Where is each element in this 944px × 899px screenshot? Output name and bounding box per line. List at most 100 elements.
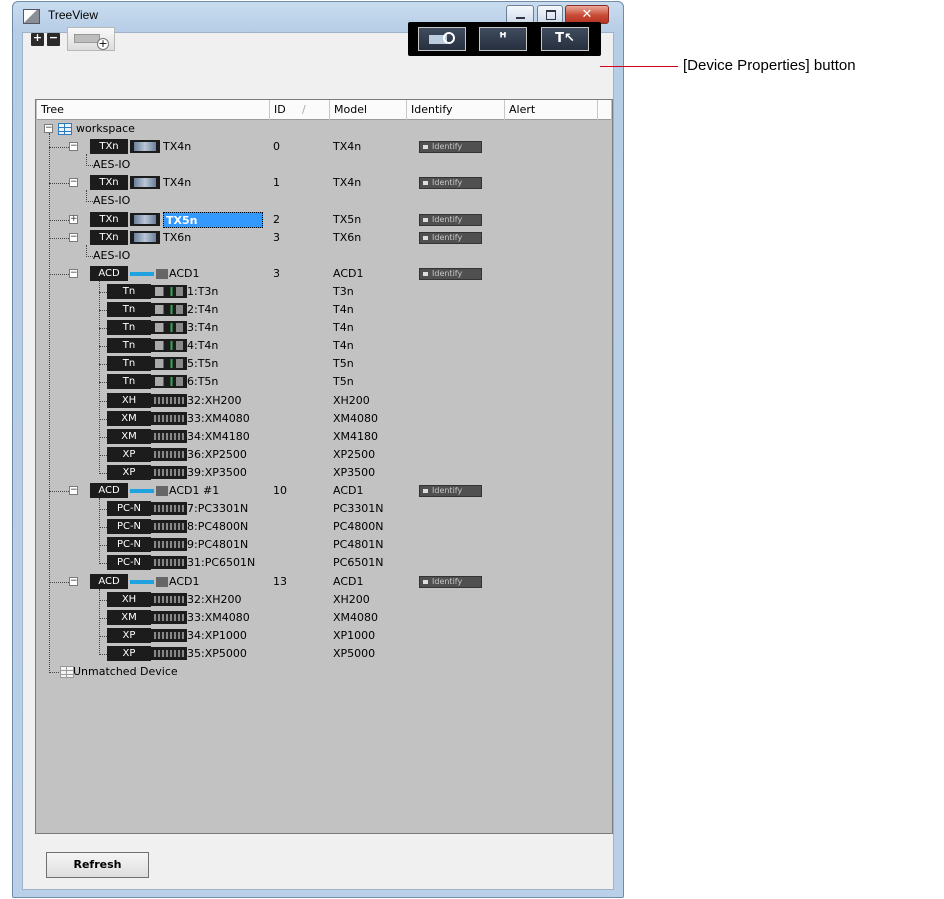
add-device-button[interactable]: + — [67, 27, 115, 51]
collapse-toggle-icon[interactable]: − — [69, 178, 78, 187]
identify-button[interactable]: Identify — [419, 485, 482, 497]
model-cell: XM4080 — [333, 611, 379, 624]
tree-node-label[interactable]: 6:T5n — [187, 374, 218, 390]
tree-node-label[interactable]: 5:T5n — [187, 356, 218, 372]
model-cell: T5n — [333, 357, 354, 370]
table-row[interactable]: PC-N 31:PC6501N PC6501N — [36, 555, 612, 571]
collapse-toggle-icon[interactable]: − — [69, 233, 78, 242]
identify-button[interactable]: Identify — [419, 576, 482, 588]
table-row[interactable]: − ACD ACD1 #1 10 ACD1 Identify — [36, 483, 612, 499]
device-type-tag: Tn — [107, 320, 151, 335]
tree-node-label[interactable]: 31:PC6501N — [187, 555, 255, 571]
table-row[interactable]: XP 36:XP2500 XP2500 — [36, 447, 612, 463]
sub-node-row[interactable]: AES-IO — [36, 248, 612, 264]
tree-node-label[interactable]: 1:T3n — [187, 284, 218, 300]
amp-face-icon — [154, 523, 184, 530]
tree-node-label[interactable]: 33:XM4080 — [187, 411, 250, 427]
table-row[interactable]: − TXn TX4n 1 TX4n Identify — [36, 175, 612, 191]
tree-node-label[interactable]: 35:XP5000 — [187, 646, 247, 662]
collapse-toggle-icon[interactable]: − — [69, 577, 78, 586]
identify-button[interactable]: Identify — [419, 177, 482, 189]
tree-node-label[interactable]: 2:T4n — [187, 302, 218, 318]
tree-node-label[interactable]: 34:XM4180 — [187, 429, 250, 445]
expand-all-button[interactable]: + — [31, 31, 44, 46]
table-row[interactable]: Tn 1:T3n T3n — [36, 284, 612, 300]
monitor-button[interactable] — [418, 27, 466, 51]
amp-face-icon — [154, 451, 184, 458]
model-cell: XM4180 — [333, 430, 379, 443]
tree-node-label[interactable]: TX5n — [163, 212, 263, 228]
tree-node-label[interactable]: ACD1 #1 — [169, 483, 219, 499]
table-row[interactable]: Tn 6:T5n T5n — [36, 374, 612, 390]
table-row[interactable]: Tn 2:T4n T4n — [36, 302, 612, 318]
identify-button[interactable]: Identify — [419, 141, 482, 153]
tree-node-label[interactable]: ACD1 — [169, 574, 199, 590]
device-type-tag: XP — [107, 447, 151, 462]
collapse-toggle-icon[interactable]: − — [69, 486, 78, 495]
expand-toggle-icon[interactable]: + — [69, 215, 78, 224]
table-row[interactable]: Tn 5:T5n T5n — [36, 356, 612, 372]
unmatched-row[interactable]: Unmatched Device — [36, 664, 612, 680]
table-row[interactable]: XH 32:XH200 XH200 — [36, 592, 612, 608]
device-properties-button[interactable]: T↖ — [541, 27, 589, 51]
table-row[interactable]: − ACD ACD1 3 ACD1 Identify — [36, 266, 612, 282]
model-cell: T4n — [333, 321, 354, 334]
identify-button[interactable]: Identify — [419, 232, 482, 244]
tree-node-label[interactable]: 34:XP1000 — [187, 628, 247, 644]
table-row[interactable]: − ACD ACD1 13 ACD1 Identify — [36, 574, 612, 590]
refresh-button[interactable]: Refresh — [46, 852, 149, 878]
amp-face-icon — [154, 596, 184, 603]
column-identify[interactable]: Identify — [407, 100, 505, 120]
tree-node-label[interactable]: 7:PC3301N — [187, 501, 248, 517]
collapse-all-button[interactable]: − — [47, 31, 60, 46]
tree-node-label: AES-IO — [93, 249, 131, 262]
column-model[interactable]: Model — [330, 100, 407, 120]
tree-node-label[interactable]: 9:PC4801N — [187, 537, 248, 553]
tree-connector — [99, 346, 107, 347]
identify-button[interactable]: Identify — [419, 214, 482, 226]
tree-node-label[interactable]: 36:XP2500 — [187, 447, 247, 463]
column-alert[interactable]: Alert — [505, 100, 598, 120]
table-row[interactable]: XP 39:XP3500 XP3500 — [36, 465, 612, 481]
device-tree[interactable]: Tree ID / Model Identify Alert − workspac… — [35, 99, 613, 834]
tree-node-label[interactable]: ACD1 — [169, 266, 199, 282]
table-row[interactable]: XM 33:XM4080 XM4080 — [36, 411, 612, 427]
workspace-row[interactable]: − workspace — [36, 121, 612, 137]
table-row[interactable]: XM 33:XM4080 XM4080 — [36, 610, 612, 626]
table-row[interactable]: − TXn TX4n 0 TX4n Identify — [36, 139, 612, 155]
table-row[interactable]: PC-N 8:PC4800N PC4800N — [36, 519, 612, 535]
table-row[interactable]: XP 34:XP1000 XP1000 — [36, 628, 612, 644]
table-row[interactable]: PC-N 9:PC4801N PC4801N — [36, 537, 612, 553]
tree-node-label[interactable]: 33:XM4080 — [187, 610, 250, 626]
amp-image-icon — [151, 647, 187, 660]
tree-node-label[interactable]: 8:PC4800N — [187, 519, 248, 535]
device-type-tag: XM — [107, 411, 151, 426]
meter-button[interactable]: ꟸ — [479, 27, 527, 51]
tree-node-label[interactable]: 4:T4n — [187, 338, 218, 354]
tree-node-label[interactable]: 3:T4n — [187, 320, 218, 336]
tree-node-label[interactable]: TX6n — [163, 230, 191, 246]
table-row[interactable]: XP 35:XP5000 XP5000 — [36, 646, 612, 662]
table-row[interactable]: Tn 4:T4n T4n — [36, 338, 612, 354]
tree-node-label[interactable]: TX4n — [163, 139, 191, 155]
collapse-toggle-icon[interactable]: − — [44, 124, 53, 133]
collapse-toggle-icon[interactable]: − — [69, 142, 78, 151]
tree-node-label[interactable]: 39:XP3500 — [187, 465, 247, 481]
table-row[interactable]: Tn 3:T4n T4n — [36, 320, 612, 336]
tree-node-label[interactable]: 32:XH200 — [187, 592, 242, 608]
identify-button[interactable]: Identify — [419, 268, 482, 280]
table-row[interactable]: XH 32:XH200 XH200 — [36, 393, 612, 409]
table-row[interactable]: PC-N 7:PC3301N PC3301N — [36, 501, 612, 517]
tree-node-label[interactable]: TX4n — [163, 175, 191, 191]
table-row[interactable]: + TXn TX5n 2 TX5n Identify — [36, 212, 612, 228]
sub-node-row[interactable]: AES-IO — [36, 193, 612, 209]
column-tree[interactable]: Tree — [37, 100, 270, 120]
amp-image-icon — [151, 412, 187, 425]
tree-guide-line — [99, 281, 100, 474]
table-row[interactable]: − TXn TX6n 3 TX6n Identify — [36, 230, 612, 246]
column-id[interactable]: ID / — [270, 100, 330, 120]
table-row[interactable]: XM 34:XM4180 XM4180 — [36, 429, 612, 445]
collapse-toggle-icon[interactable]: − — [69, 269, 78, 278]
sub-node-row[interactable]: AES-IO — [36, 157, 612, 173]
tree-node-label[interactable]: 32:XH200 — [187, 393, 242, 409]
